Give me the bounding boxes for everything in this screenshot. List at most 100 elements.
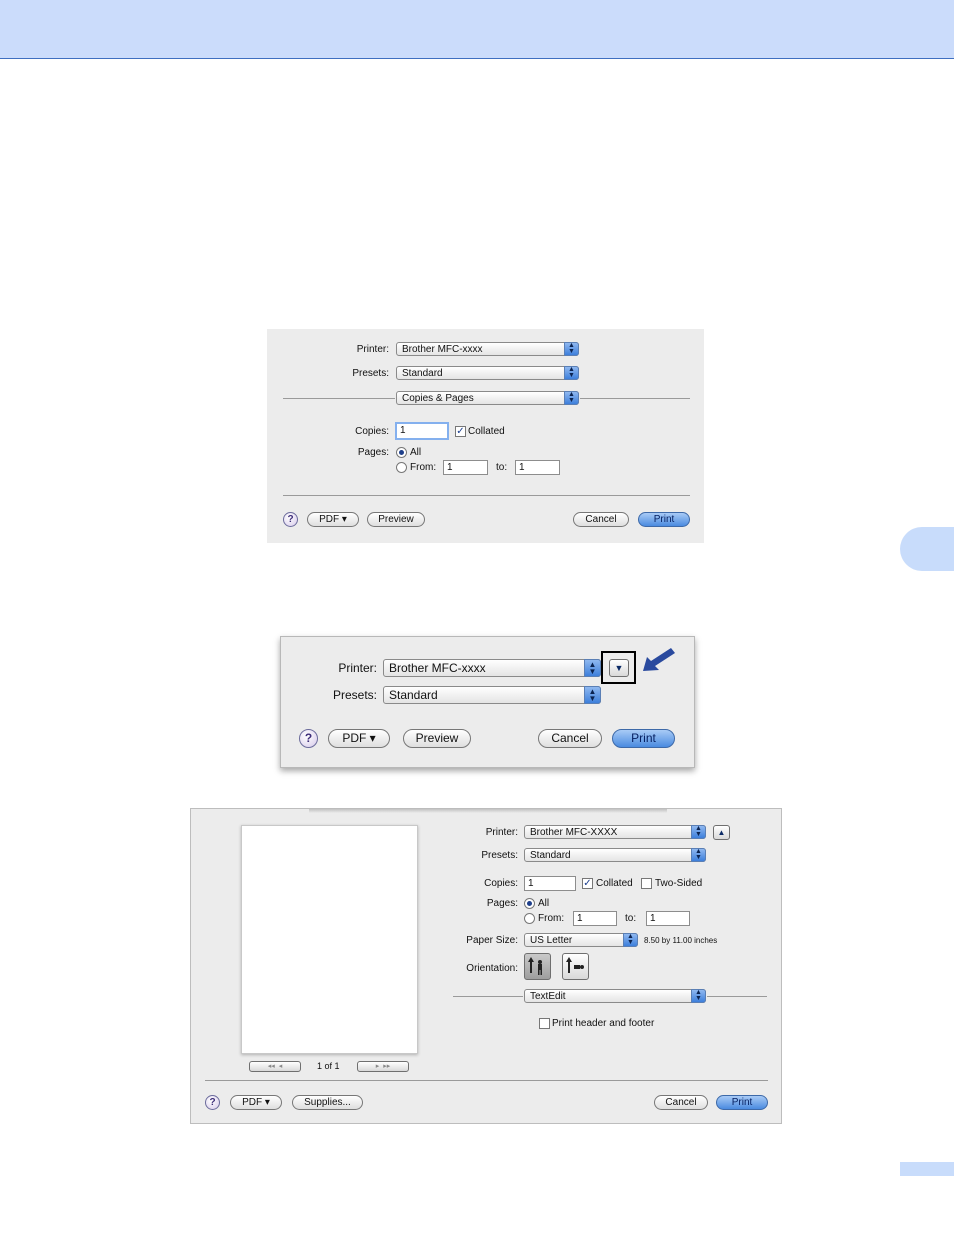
footer-separator: [205, 1080, 768, 1081]
separator-right: [707, 996, 767, 997]
cancel-button[interactable]: Cancel: [538, 729, 602, 748]
next-page-icon: ▸: [375, 1063, 380, 1070]
pages-all-radio[interactable]: [524, 898, 535, 909]
print-button[interactable]: Print: [638, 512, 690, 527]
presets-label: Presets:: [481, 850, 518, 861]
printer-label: Printer:: [485, 827, 518, 838]
help-button[interactable]: ?: [283, 512, 298, 527]
printer-popup[interactable]: Brother MFC-XXXX ▲ ▼: [524, 825, 706, 839]
page-preview: [241, 825, 418, 1054]
to-label: to:: [496, 462, 508, 473]
pages-label: Pages:: [486, 898, 518, 909]
popup-arrows-icon: ▲ ▼: [691, 848, 706, 862]
popup-arrows-icon: ▲ ▼: [564, 391, 579, 405]
popup-arrows-icon: ▲ ▼: [623, 933, 638, 947]
popup-arrows-icon: ▲ ▼: [691, 989, 706, 1003]
panel-popup[interactable]: TextEdit ▲ ▼: [524, 989, 706, 1003]
copies-label: Copies:: [355, 426, 389, 437]
presets-popup[interactable]: Standard ▲ ▼: [524, 848, 706, 862]
next-last-page-buttons[interactable]: ▸ ▸▸: [357, 1061, 409, 1072]
first-prev-page-buttons[interactable]: ◂◂ ◂: [249, 1061, 301, 1072]
print-dialog-copies-pages: Printer: Brother MFC-xxxx ▲ ▼ Presets: St…: [267, 329, 704, 543]
paper-size-popup[interactable]: US Letter ▲ ▼: [524, 933, 638, 947]
portrait-icon: [528, 957, 542, 975]
window-shadow-edge: [309, 808, 667, 813]
panel-popup-value: Copies & Pages: [402, 393, 474, 404]
cancel-button[interactable]: Cancel: [654, 1095, 708, 1110]
printer-popup-value: Brother MFC-xxxx: [402, 344, 483, 355]
landscape-orientation-button[interactable]: [562, 953, 589, 980]
preview-button[interactable]: Preview: [367, 512, 425, 527]
header-footer-checkbox[interactable]: [539, 1018, 550, 1029]
collated-label: Collated: [596, 878, 633, 889]
landscape-icon: [566, 957, 584, 973]
pages-all-label: All: [410, 447, 422, 458]
presets-popup[interactable]: Standard ▲ ▼: [396, 366, 579, 380]
popup-arrows-icon: ▲ ▼: [691, 825, 706, 839]
copies-field[interactable]: 1: [395, 422, 449, 440]
to-label: to:: [625, 913, 637, 924]
pointer-arrow-icon: [643, 648, 675, 671]
popup-arrows-icon: ▲ ▼: [584, 659, 601, 677]
printer-popup[interactable]: Brother MFC-xxxx ▲ ▼: [383, 659, 601, 677]
from-field[interactable]: 1: [443, 460, 488, 475]
print-dialog-textedit: ◂◂ ◂ 1 of 1 ▸ ▸▸ Printer: Brother MFC-XX…: [190, 808, 782, 1124]
cancel-button[interactable]: Cancel: [573, 512, 629, 527]
preview-button[interactable]: Preview: [403, 729, 471, 748]
collapse-button[interactable]: ▲: [713, 825, 730, 840]
pages-all-radio[interactable]: [396, 447, 407, 458]
popup-arrows-icon: ▲ ▼: [584, 686, 601, 704]
panel-popup[interactable]: Copies & Pages ▲ ▼: [396, 391, 579, 405]
printer-popup-value: Brother MFC-xxxx: [389, 661, 486, 675]
footer-separator: [283, 495, 690, 496]
pages-from-radio[interactable]: [396, 462, 407, 473]
print-dialog-collapsed: Printer: Brother MFC-xxxx ▲ ▼ ▼ Presets: …: [280, 636, 695, 768]
print-button[interactable]: Print: [716, 1095, 768, 1110]
printer-label: Printer:: [356, 344, 389, 355]
to-field[interactable]: 1: [515, 460, 560, 475]
separator-left: [453, 996, 523, 997]
popup-arrows-icon: ▲ ▼: [564, 366, 579, 380]
presets-popup-value: Standard: [530, 850, 571, 861]
from-field[interactable]: 1: [573, 911, 617, 926]
paper-size-popup-value: US Letter: [530, 935, 573, 946]
separator-left: [283, 398, 395, 399]
pages-from-radio[interactable]: [524, 913, 535, 924]
printer-label: Printer:: [338, 661, 377, 675]
page-number-tab: [900, 1162, 954, 1176]
collated-checkbox[interactable]: ✓: [455, 426, 466, 437]
header-band: [0, 0, 954, 59]
pdf-button[interactable]: PDF ▾: [307, 512, 359, 527]
from-label: From:: [538, 913, 565, 924]
copies-field[interactable]: 1: [524, 876, 576, 891]
pdf-button[interactable]: PDF ▾: [328, 729, 390, 748]
popup-arrows-icon: ▲ ▼: [564, 342, 579, 356]
prev-page-icon: ◂: [278, 1063, 283, 1070]
supplies-button[interactable]: Supplies...: [292, 1095, 363, 1110]
presets-label: Presets:: [332, 688, 377, 702]
help-button[interactable]: ?: [205, 1095, 220, 1110]
paper-size-label: Paper Size:: [466, 935, 518, 946]
collated-checkbox[interactable]: ✓: [582, 878, 593, 889]
header-footer-label: Print header and footer: [552, 1018, 655, 1029]
presets-popup-value: Standard: [402, 368, 443, 379]
paper-size-note: 8.50 by 11.00 inches: [644, 936, 718, 945]
presets-popup-value: Standard: [389, 688, 438, 702]
first-page-icon: ◂◂: [267, 1063, 275, 1070]
two-sided-checkbox[interactable]: [641, 878, 652, 889]
page-indicator: 1 of 1: [317, 1061, 340, 1071]
two-sided-label: Two-Sided: [655, 878, 703, 889]
pdf-button[interactable]: PDF ▾: [230, 1095, 282, 1110]
from-label: From:: [410, 462, 437, 473]
orientation-label: Orientation:: [466, 963, 518, 974]
presets-popup[interactable]: Standard ▲ ▼: [383, 686, 601, 704]
to-field[interactable]: 1: [646, 911, 690, 926]
printer-popup[interactable]: Brother MFC-xxxx ▲ ▼: [396, 342, 579, 356]
help-button[interactable]: ?: [299, 729, 318, 748]
pages-label: Pages:: [357, 447, 389, 458]
portrait-orientation-button[interactable]: [524, 953, 551, 980]
disclosure-button[interactable]: ▼: [609, 659, 629, 677]
pages-all-label: All: [538, 898, 550, 909]
print-button[interactable]: Print: [612, 729, 675, 748]
separator-right: [580, 398, 690, 399]
